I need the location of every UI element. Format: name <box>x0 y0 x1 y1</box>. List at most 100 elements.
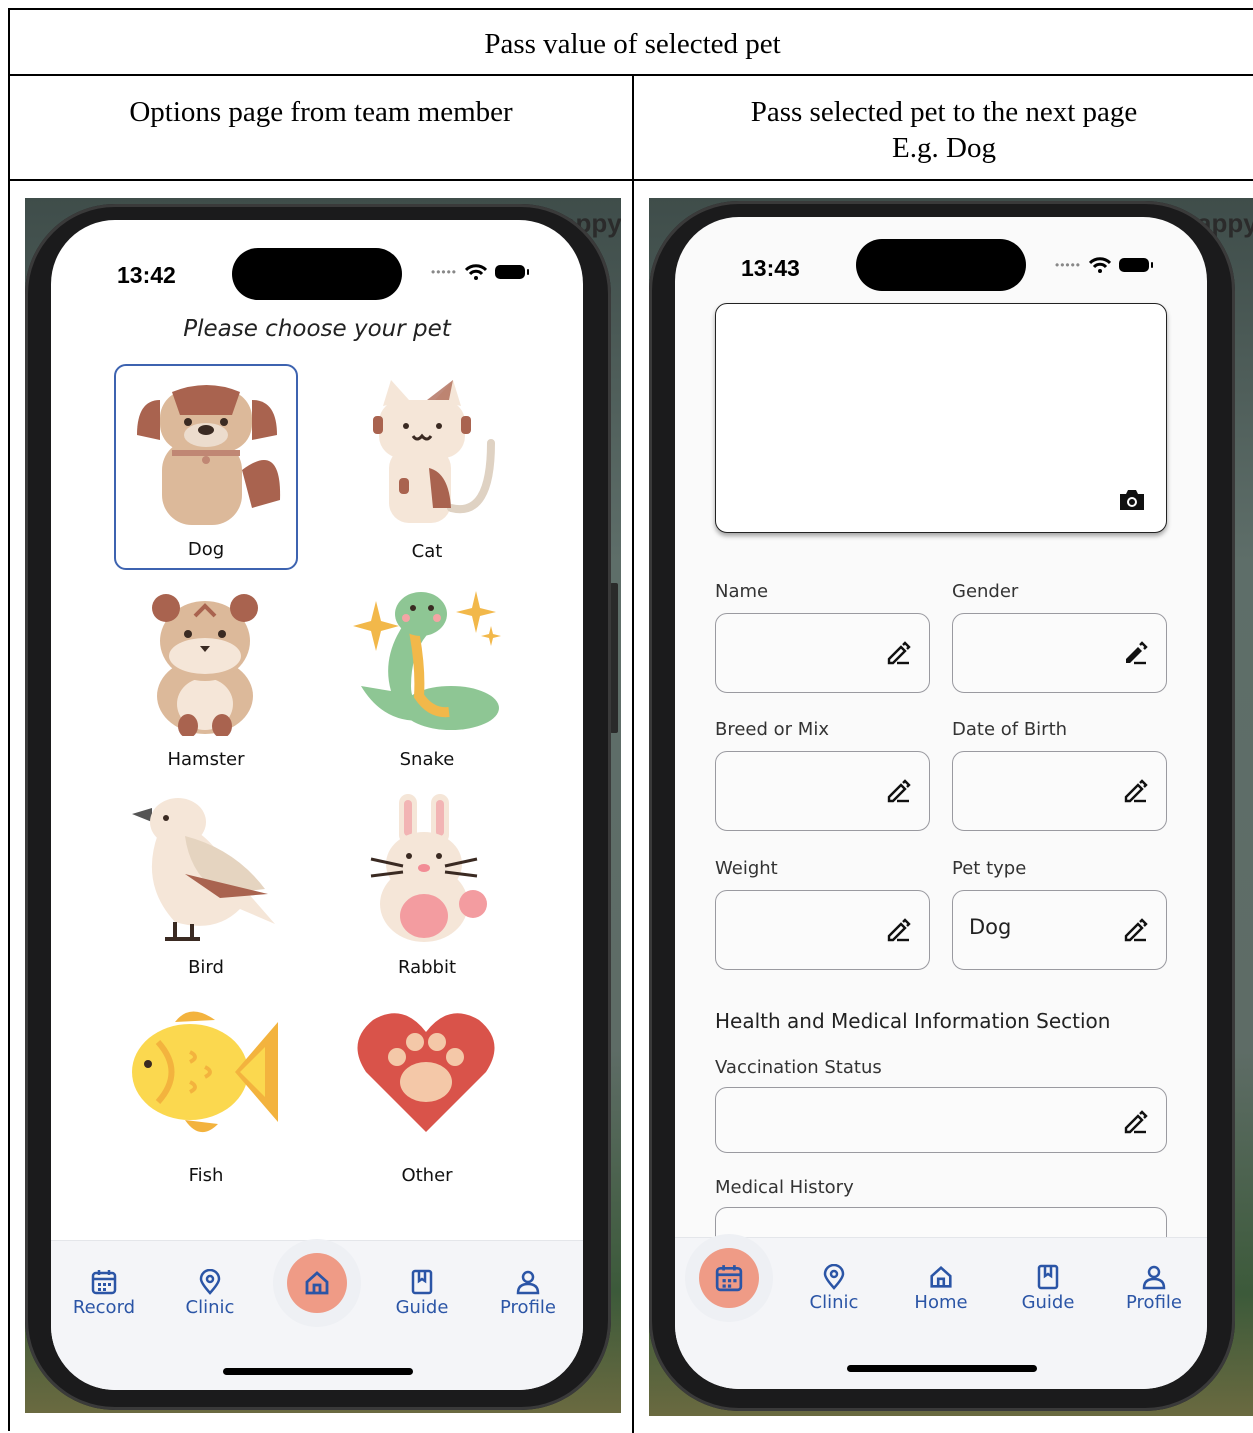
nav-guide[interactable]: Guide <box>377 1269 467 1318</box>
location-pin-icon <box>199 1269 221 1295</box>
wifi-icon <box>465 264 488 280</box>
calendar-icon <box>91 1270 117 1295</box>
choose-pet-prompt: Please choose your pet <box>183 316 451 342</box>
right-screen: 13:43 ••••• Name Gender Breed or Mix Dat… <box>675 217 1207 1389</box>
dob-label: Date of Birth <box>952 719 1068 740</box>
pet-option-cat[interactable]: Cat <box>335 364 519 570</box>
weight-field[interactable] <box>715 890 930 970</box>
pet-label: Cat <box>411 541 443 562</box>
nav-label: Profile <box>500 1297 556 1318</box>
home-icon <box>930 1265 952 1288</box>
battery-icon <box>1119 258 1154 272</box>
pet-type-field[interactable]: Dog <box>952 890 1167 970</box>
rabbit-icon <box>370 794 487 942</box>
home-indicator <box>847 1365 1037 1372</box>
pet-option-snake[interactable]: Snake <box>335 572 519 778</box>
phone-frame: 13:42 ••••• Please choose your pet Dog C… <box>25 204 611 1410</box>
pet-label: Bird <box>188 957 224 978</box>
left-column-header: Options page from team member <box>129 96 513 128</box>
pet-label: Rabbit <box>397 957 457 978</box>
dynamic-island <box>232 248 402 300</box>
edit-icon[interactable] <box>1122 916 1148 942</box>
column-divider <box>632 76 634 1433</box>
snake-icon <box>353 591 501 730</box>
medical-history-label: Medical History <box>715 1177 854 1198</box>
location-pin-icon <box>823 1264 845 1290</box>
camera-icon[interactable] <box>1118 488 1146 512</box>
nav-record[interactable]: Record <box>59 1269 149 1318</box>
person-icon <box>1142 1265 1166 1290</box>
gender-label: Gender <box>952 581 1019 602</box>
nav-clinic[interactable]: Clinic <box>789 1264 879 1313</box>
edit-icon[interactable] <box>1122 1108 1148 1134</box>
status-time: 13:43 <box>741 255 800 281</box>
pet-label: Dog <box>187 539 225 560</box>
nav-profile[interactable]: Profile <box>483 1269 573 1318</box>
pet-label: Snake <box>399 749 455 770</box>
nav-label: Clinic <box>809 1292 859 1313</box>
pet-photo-box[interactable] <box>715 303 1167 533</box>
nav-label: Clinic <box>185 1297 235 1318</box>
breed-label: Breed or Mix <box>715 719 829 740</box>
hamster-icon <box>152 594 258 736</box>
edit-icon[interactable] <box>885 777 911 803</box>
book-icon <box>1037 1264 1059 1290</box>
pet-option-bird[interactable]: Bird <box>114 780 298 986</box>
signal-icon: ••••• <box>431 265 458 279</box>
bird-icon <box>132 798 275 941</box>
pet-label: Hamster <box>167 749 245 770</box>
nav-home[interactable]: Home <box>896 1264 986 1313</box>
nav-home-button[interactable] <box>287 1253 347 1313</box>
vaccination-field[interactable] <box>715 1087 1167 1153</box>
pet-option-hamster[interactable]: Hamster <box>114 572 298 778</box>
gender-field[interactable] <box>952 613 1167 693</box>
edit-icon[interactable] <box>885 639 911 665</box>
right-column-header-line1: Pass selected pet to the next page <box>750 96 1138 128</box>
pet-type-value: Dog <box>969 915 1012 939</box>
pet-label: Fish <box>188 1165 224 1186</box>
book-icon <box>411 1269 433 1295</box>
dob-field[interactable] <box>952 751 1167 831</box>
cat-icon <box>373 380 495 523</box>
name-label: Name <box>715 581 769 602</box>
pet-type-label: Pet type <box>952 858 1027 879</box>
nav-record-button[interactable] <box>699 1248 759 1308</box>
pet-option-fish[interactable]: Fish <box>114 988 298 1194</box>
status-icons: ••••• <box>1055 257 1154 273</box>
calendar-icon <box>715 1265 743 1292</box>
left-screen: 13:42 ••••• Please choose your pet Dog C… <box>51 220 583 1390</box>
dog-icon <box>137 385 281 525</box>
status-time: 13:42 <box>117 262 176 288</box>
signal-icon: ••••• <box>1055 258 1082 272</box>
breed-field[interactable] <box>715 751 930 831</box>
health-section-title: Health and Medical Information Section <box>715 1009 1111 1033</box>
nav-label: Profile <box>1126 1292 1182 1313</box>
person-icon <box>516 1270 540 1295</box>
home-indicator <box>223 1368 413 1375</box>
name-field[interactable] <box>715 613 930 693</box>
pet-option-dog[interactable]: Dog <box>114 364 298 570</box>
pet-option-other[interactable]: Other <box>335 988 519 1194</box>
edit-icon[interactable] <box>885 916 911 942</box>
nav-label: Guide <box>1021 1292 1075 1313</box>
pet-label: Other <box>401 1165 453 1186</box>
right-screenshot: appy 13:43 ••••• Name Gender Breed or Mi… <box>649 198 1253 1416</box>
nav-label: Record <box>72 1297 136 1318</box>
nav-label: Home <box>914 1292 968 1313</box>
dynamic-island <box>856 239 1026 291</box>
wifi-icon <box>1089 257 1112 273</box>
pet-option-rabbit[interactable]: Rabbit <box>335 780 519 986</box>
battery-icon <box>495 265 530 279</box>
table-title: Pass value of selected pet <box>484 28 781 60</box>
edit-icon[interactable] <box>1122 777 1148 803</box>
weight-label: Weight <box>715 858 778 879</box>
edit-icon[interactable] <box>1122 639 1148 665</box>
side-button <box>610 583 618 733</box>
nav-label: Guide <box>395 1297 449 1318</box>
nav-clinic[interactable]: Clinic <box>165 1269 255 1318</box>
left-screenshot: appy 13:42 ••••• Please choose your pet <box>25 198 621 1413</box>
right-column-header-line2: E.g. Dog <box>892 132 996 164</box>
nav-profile[interactable]: Profile <box>1109 1264 1199 1313</box>
nav-guide[interactable]: Guide <box>1003 1264 1093 1313</box>
fish-icon <box>132 1011 278 1133</box>
